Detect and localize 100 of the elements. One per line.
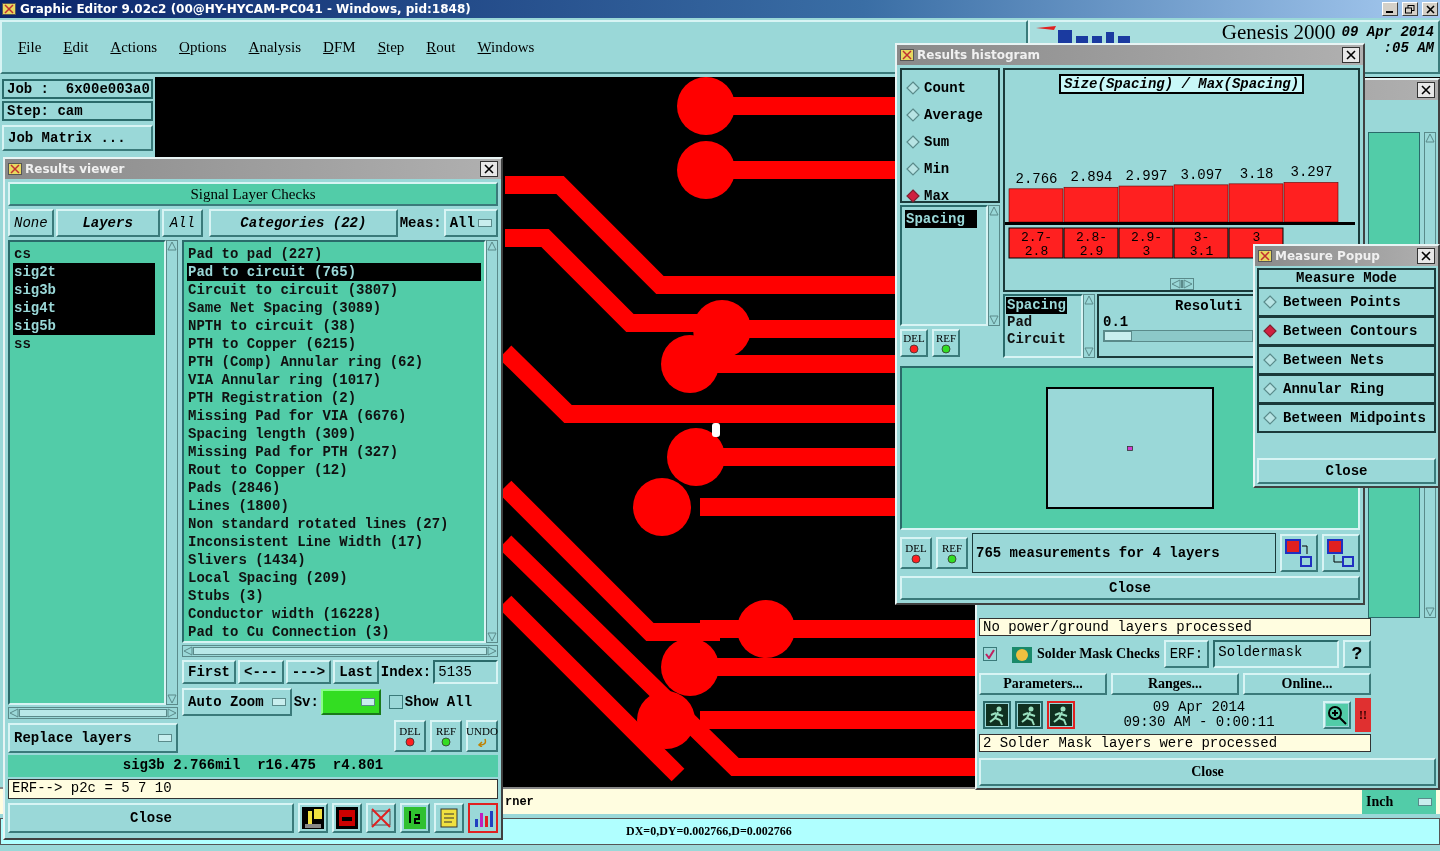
nav-button[interactable]: ---> [285,660,332,684]
field-item[interactable]: Circuit [1006,331,1067,348]
zoom-in-icon[interactable] [1323,701,1351,729]
radio-diamond[interactable] [906,188,920,203]
arrow-right-icon[interactable] [1182,279,1193,289]
running-figure-icon[interactable] [1015,701,1043,729]
vertical-scrollbar[interactable] [1083,294,1095,358]
minimize-button[interactable] [1382,2,1398,16]
radio-diamond[interactable] [1263,382,1277,396]
layer-item[interactable]: sig3b [13,281,155,299]
vertical-scrollbar[interactable] [988,205,1000,326]
close-button[interactable] [1417,248,1435,264]
arrow-up-icon[interactable] [167,241,177,251]
category-item[interactable]: VIA Annular ring (1017) [187,371,481,389]
layer-item[interactable]: sig5b [13,317,155,335]
arrow-down-icon[interactable] [167,694,177,704]
tool-button[interactable]: DEL [900,329,928,357]
restore-button[interactable] [1402,2,1418,16]
category-item[interactable]: NPTH to circuit (38) [187,317,481,335]
field-item[interactable]: Spacing [1006,297,1067,314]
panel-button[interactable]: Parameters... [979,673,1107,695]
category-item[interactable]: Pad to circuit (765) [187,263,481,281]
category-item[interactable]: Pads (2846) [187,479,481,497]
bar-chart-icon[interactable] [468,803,498,833]
category-item[interactable]: Inconsistent Line Width (17) [187,533,481,551]
marker-box-icon[interactable] [332,803,362,833]
tool-button[interactable]: DEL [900,537,932,569]
tool-button[interactable]: REF [932,329,960,357]
vertical-scrollbar[interactable] [486,240,498,643]
arrow-down-icon[interactable] [1084,347,1094,357]
close-button[interactable]: Close [979,758,1436,786]
panel-button[interactable]: Ranges... [1111,673,1239,695]
nav-button[interactable]: Last [333,660,379,684]
index-field[interactable]: 5135 [433,660,498,684]
vertical-scrollbar[interactable] [166,240,178,705]
close-button[interactable]: Close [900,576,1360,600]
layer-item[interactable]: sig4t [13,299,155,317]
arrow-up-icon[interactable] [989,206,999,216]
layer-item[interactable]: sig2t [13,263,155,281]
attribute-item[interactable]: Spacing [905,210,977,228]
radio-diamond[interactable] [906,107,920,122]
nav-button[interactable]: First [182,660,236,684]
close-button[interactable] [1417,82,1435,98]
layer-item[interactable]: cs [13,245,155,263]
arrow-down-icon[interactable] [487,632,497,642]
menu-item[interactable]: Analysis [248,38,302,56]
arrow-left-icon[interactable] [1170,279,1181,289]
show-all-checkbox[interactable] [388,695,403,709]
layer-item[interactable]: ss [13,335,155,353]
layer-filter-button[interactable]: Layers [55,209,160,237]
radio-diamond[interactable] [906,161,920,176]
menu-item[interactable]: Rout [426,38,456,56]
menu-item[interactable]: Step [377,38,405,56]
severity-dropdown[interactable] [320,689,381,715]
chart-to-box-icon[interactable] [1280,534,1318,572]
job-matrix-button[interactable]: Job Matrix ... [2,125,153,151]
menu-item[interactable]: Edit [63,38,89,56]
category-item[interactable]: Stubs (3) [187,587,481,605]
nav-button[interactable]: <--- [238,660,284,684]
category-item[interactable]: Circuit to circuit (3807) [187,281,481,299]
horizontal-scrollbar[interactable] [8,707,178,719]
horizontal-scrollbar[interactable] [1169,278,1194,290]
menu-item[interactable]: File [18,38,42,56]
category-item[interactable]: Slivers (1434) [187,551,481,569]
radio-diamond[interactable] [1263,295,1277,309]
arrow-up-icon[interactable] [487,241,497,251]
menu-item[interactable]: Actions [110,38,158,56]
notepad-icon[interactable] [434,803,464,833]
close-button[interactable]: Close [8,803,294,833]
menu-item[interactable]: Windows [477,38,535,56]
slider-thumb[interactable] [1104,331,1132,341]
arrow-down-icon[interactable] [989,315,999,325]
resolution-slider[interactable] [1103,330,1253,342]
category-item[interactable]: Missing Pad for PTH (327) [187,443,481,461]
categories-button[interactable]: Categories (22) [209,209,398,237]
close-button[interactable] [480,161,498,177]
zoom-mode-dropdown[interactable]: Auto Zoom [182,688,292,716]
layer-filter-button[interactable]: All [161,209,204,237]
radio-diamond[interactable] [906,134,920,149]
close-button[interactable]: Close [1257,458,1436,484]
horizontal-scrollbar[interactable] [182,645,498,657]
erf-field[interactable]: Soldermask [1213,640,1339,668]
category-item[interactable]: Spacing length (309) [187,425,481,443]
close-button[interactable] [1342,47,1360,63]
arrow-left-icon[interactable] [9,708,19,718]
running-figure-icon[interactable] [983,701,1011,729]
check-checkbox[interactable] [983,647,997,661]
meas-dropdown[interactable]: All [443,209,498,237]
radio-diamond[interactable] [1263,411,1277,425]
radio-diamond[interactable] [1263,324,1277,338]
arrow-down-icon[interactable] [1425,607,1435,617]
figure-icon[interactable] [298,803,328,833]
menu-item[interactable]: DFM [323,38,356,56]
category-item[interactable]: PTH to Copper (6215) [187,335,481,353]
category-item[interactable]: Local Spacing (209) [187,569,481,587]
tool-button[interactable]: DEL [394,720,426,752]
tool-button[interactable]: REF [430,720,462,752]
arrow-right-icon[interactable] [487,646,497,656]
category-item[interactable]: Rout to Copper (12) [187,461,481,479]
category-item[interactable]: Non standard rotated lines (27) [187,515,481,533]
